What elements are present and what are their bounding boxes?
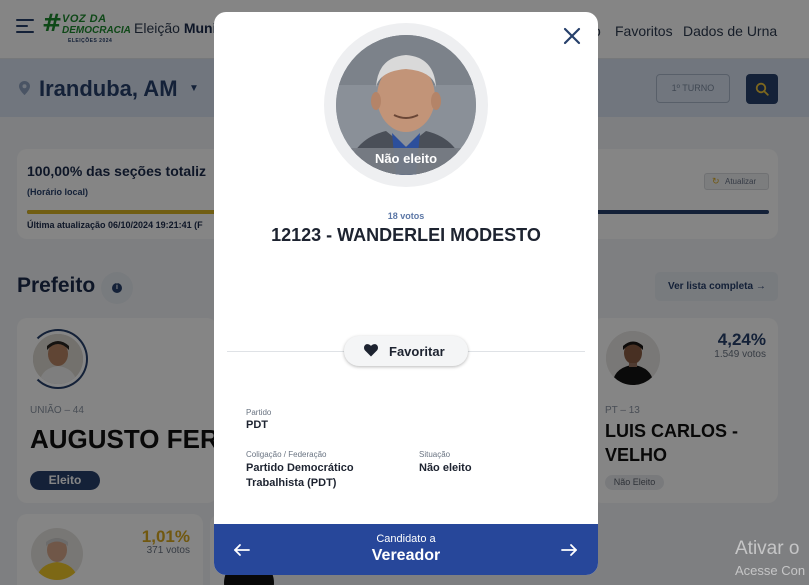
candidate-photo-frame: Não eleito <box>324 23 488 187</box>
windows-activation-text: Acesse Con <box>735 563 806 578</box>
photo-status-label: Não eleito <box>336 148 476 175</box>
heart-icon <box>364 344 378 357</box>
coligacao-label: Coligação / Federação <box>246 450 327 459</box>
cargo-caption: Candidato a <box>376 533 436 545</box>
candidate-detail-modal: Não eleito 18 votos 12123 - WANDERLEI MO… <box>214 12 598 575</box>
partido-label: Partido <box>246 408 272 417</box>
candidate-name: 12123 - WANDERLEI MODESTO <box>271 225 541 245</box>
coligacao-value: Partido Democrático Trabalhista (PDT) <box>246 462 354 489</box>
arrow-right-icon[interactable] <box>559 540 579 560</box>
favoritar-button[interactable]: Favoritar <box>344 336 468 366</box>
close-icon[interactable] <box>560 24 584 48</box>
partido-value: PDT <box>246 419 268 431</box>
situacao-value: Não eleito <box>419 462 472 474</box>
windows-activation-title: Ativar o <box>735 538 800 559</box>
candidate-photo: Não eleito <box>336 35 476 175</box>
situacao-label: Situação <box>419 450 451 459</box>
candidate-votes: 18 votos <box>387 211 425 221</box>
cargo-title: Vereador <box>371 547 441 564</box>
cargo-navigation-footer: Candidato a Vereador <box>214 524 598 575</box>
